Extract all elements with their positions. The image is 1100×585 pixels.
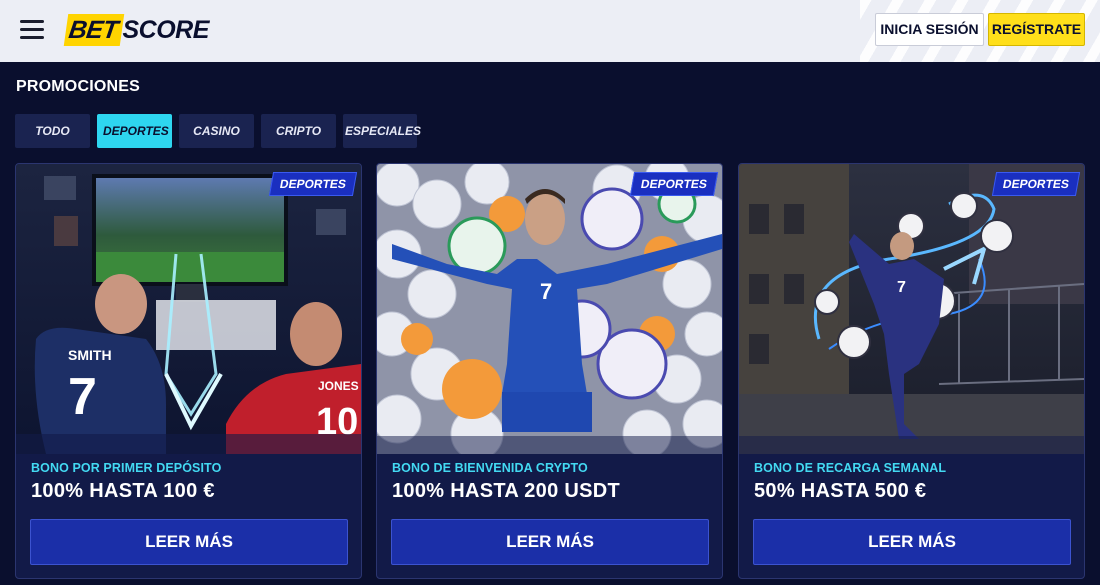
tab-todo[interactable]: TODO <box>15 114 90 148</box>
logo-bet-text: BET <box>63 14 124 46</box>
category-badge: DEPORTES <box>629 172 719 196</box>
promo-headline: 100% HASTA 100 € <box>31 480 215 502</box>
promo-card-crypto-welcome: 7 DEPORTES BONO DE BIENVENIDA CRYPTO 100… <box>376 163 723 579</box>
top-header: BET SCORE INICIA SESIÓN REGÍSTRATE <box>0 0 1100 62</box>
promo-image-street-football: 7 DEPORTES <box>739 164 1084 454</box>
register-button[interactable]: REGÍSTRATE <box>988 13 1085 46</box>
promo-subtitle: BONO DE RECARGA SEMANAL <box>754 461 947 475</box>
promo-headline: 100% HASTA 200 USDT <box>392 480 620 502</box>
jersey-right-name: JONES <box>318 379 359 393</box>
read-more-button[interactable]: LEER MÁS <box>391 519 709 565</box>
promo-image-gaming-room: SMITH 7 JONES 10 DEPORTES <box>16 164 361 454</box>
jersey-left-number: 7 <box>68 368 97 426</box>
betscore-logo[interactable]: BET SCORE <box>63 14 210 46</box>
login-button[interactable]: INICIA SESIÓN <box>875 13 984 46</box>
jersey-number: 7 <box>540 279 552 304</box>
category-badge: DEPORTES <box>991 172 1081 196</box>
promo-subtitle: BONO DE BIENVENIDA CRYPTO <box>392 461 588 475</box>
tab-casino[interactable]: CASINO <box>179 114 254 148</box>
logo-score-text: SCORE <box>122 16 210 44</box>
read-more-button[interactable]: LEER MÁS <box>753 519 1071 565</box>
promo-image-crypto-balls: 7 DEPORTES <box>377 164 722 454</box>
tab-especiales[interactable]: ESPECIALES <box>343 114 421 148</box>
promo-category-tabs: TODO DEPORTES CASINO CRIPTO ESPECIALES <box>15 114 421 148</box>
tab-deportes[interactable]: DEPORTES <box>97 114 172 148</box>
hamburger-menu-icon[interactable] <box>20 20 44 40</box>
promo-card-first-deposit: SMITH 7 JONES 10 DEPORTES BONO POR PRIME… <box>15 163 362 579</box>
read-more-button[interactable]: LEER MÁS <box>30 519 348 565</box>
promo-subtitle: BONO POR PRIMER DEPÓSITO <box>31 461 222 475</box>
promo-headline: 50% HASTA 500 € <box>754 480 927 502</box>
tab-cripto[interactable]: CRIPTO <box>261 114 336 148</box>
jersey-left-name: SMITH <box>68 347 112 363</box>
category-badge: DEPORTES <box>268 172 358 196</box>
promo-card-weekly-reload: 7 DEPORTES BONO DE RECARGA SEMANAL 50% H… <box>738 163 1085 579</box>
page-title: PROMOCIONES <box>16 78 140 95</box>
jersey-number: 7 <box>897 279 906 296</box>
